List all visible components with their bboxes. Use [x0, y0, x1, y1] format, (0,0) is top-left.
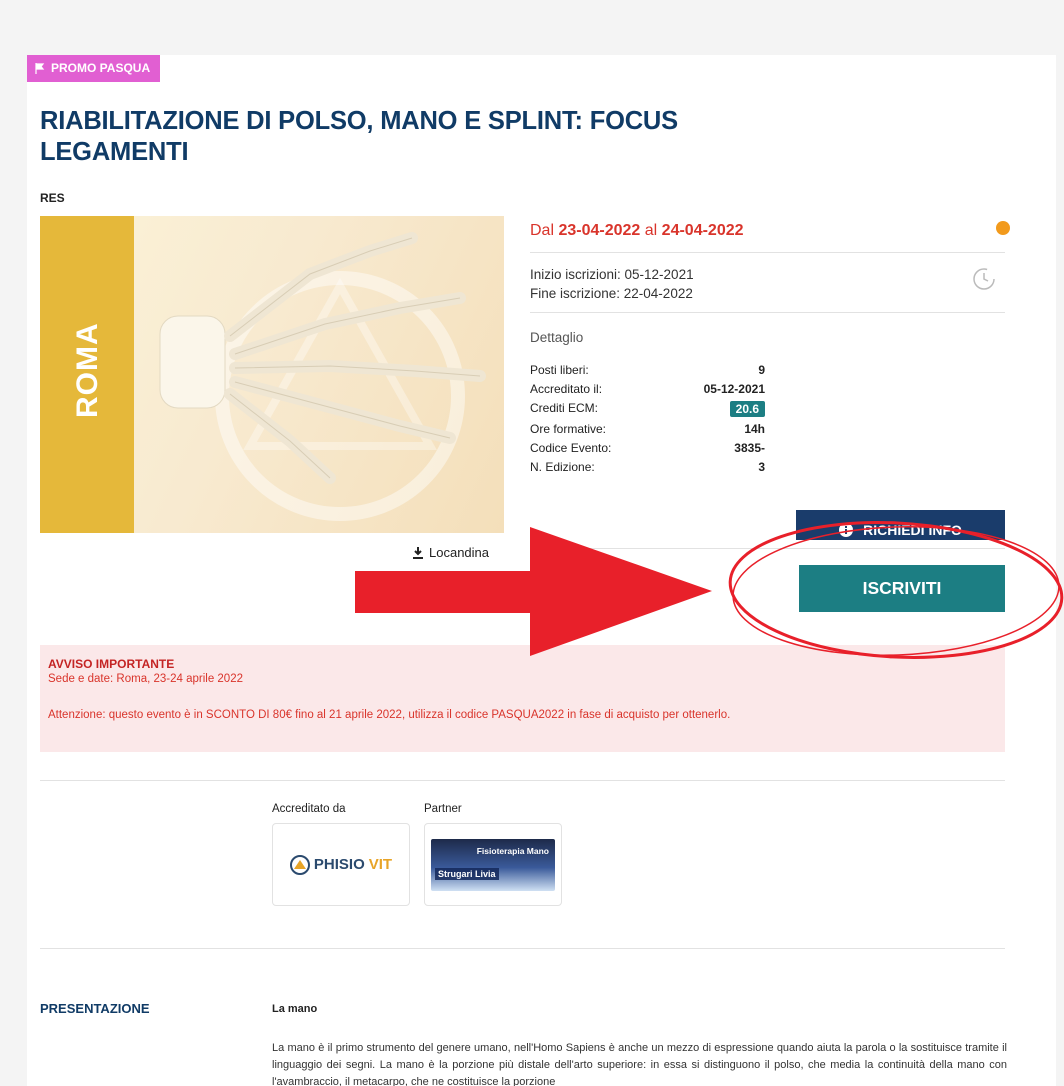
detail-heading: Dettaglio [530, 330, 584, 345]
course-type: RES [40, 191, 65, 205]
course-hero-image: ROMA [40, 216, 504, 533]
partner-logo-image: Fisioterapia Mano Strugari Livia [431, 838, 555, 891]
info-icon [839, 523, 854, 537]
ecm-credits-badge: 20.6 [729, 401, 765, 417]
divider [530, 312, 1005, 313]
divider [530, 548, 1005, 549]
partner-label: Partner [424, 803, 462, 815]
locandina-label: Locandina [429, 545, 489, 560]
course-dates: Dal 23-04-2022 al 24-04-2022 [530, 222, 744, 240]
request-info-button[interactable]: RICHIEDI INFO [796, 510, 1005, 540]
hero-city-label: ROMA [71, 322, 104, 418]
registration-end: Fine iscrizione: 22-04-2022 [530, 286, 693, 301]
locandina-link[interactable]: Locandina [413, 545, 489, 560]
important-notice: AVVISO IMPORTANTE Sede e date: Roma, 23-… [40, 645, 1005, 752]
promo-badge[interactable]: PROMO PASQUA [27, 55, 161, 82]
detail-label: Accreditato il: [530, 382, 603, 396]
dates-mid: al [644, 222, 658, 239]
notice-heading: AVVISO IMPORTANTE [48, 657, 175, 671]
page-title: RIABILITAZIONE DI POLSO, MANO E SPLINT: … [40, 107, 678, 166]
divider [530, 252, 1005, 253]
detail-label: Crediti ECM: [530, 401, 599, 415]
detail-row-codice: Codice Evento: 3835- [530, 441, 765, 455]
phisiovit-logo-icon [289, 854, 310, 875]
dates-prefix: Dal [530, 222, 555, 239]
promo-badge-label: PROMO PASQUA [51, 61, 151, 75]
request-info-label: RICHIEDI INFO [863, 522, 962, 538]
presentation-subheading: La mano [272, 1003, 318, 1015]
notice-location: Sede e date: Roma, 23-24 aprile 2022 [48, 673, 243, 685]
date-start: 23-04-2022 [558, 222, 641, 239]
presentation-heading: PRESENTAZIONE [40, 1001, 150, 1016]
clock-icon [973, 268, 995, 290]
accredited-by-label: Accreditato da [272, 803, 346, 815]
phisiovit-logo: PHISIO VIT [289, 854, 393, 875]
partner-logo-line1: Fisioterapia Mano [476, 845, 549, 856]
detail-row-ore: Ore formative: 14h [530, 422, 765, 436]
logo-text-b: VIT [368, 856, 393, 873]
detail-value: 9 [758, 363, 765, 377]
registration-window: Inizio iscrizioni: 05-12-2021 Fine iscri… [530, 265, 694, 303]
detail-row-edizione: N. Edizione: 3 [530, 460, 765, 474]
detail-label: N. Edizione: [530, 460, 595, 474]
partner-logo-line2: Strugari Livia [435, 867, 499, 880]
detail-row-posti: Posti liberi: 9 [530, 363, 765, 377]
subscribe-button[interactable]: ISCRIVITI [799, 565, 1005, 612]
partner-logo[interactable]: Fisioterapia Mano Strugari Livia [424, 823, 562, 906]
detail-label: Ore formative: [530, 422, 607, 436]
accreditor-logo[interactable]: PHISIO VIT [272, 823, 410, 906]
divider [40, 948, 1005, 949]
detail-label: Codice Evento: [530, 441, 612, 455]
detail-label: Posti liberi: [530, 363, 589, 377]
flag-icon [35, 63, 45, 74]
detail-row-accreditato: Accreditato il: 05-12-2021 [530, 382, 765, 396]
detail-value: 14h [744, 422, 765, 436]
detail-value: 3835- [734, 441, 765, 455]
presentation-body: La mano è il primo strumento del genere … [272, 1042, 1007, 1086]
detail-row-ecm: Crediti ECM: 20.6 [530, 401, 765, 417]
date-end: 24-04-2022 [661, 222, 744, 239]
download-icon [413, 546, 423, 559]
divider [40, 780, 1005, 781]
registration-start: Inizio iscrizioni: 05-12-2021 [530, 267, 694, 282]
status-dot [996, 221, 1010, 235]
notice-discount: Attenzione: questo evento è in SCONTO DI… [48, 709, 731, 721]
logo-text-a: PHISIO [313, 856, 365, 873]
detail-value: 05-12-2021 [703, 382, 765, 396]
detail-value: 3 [758, 460, 765, 474]
